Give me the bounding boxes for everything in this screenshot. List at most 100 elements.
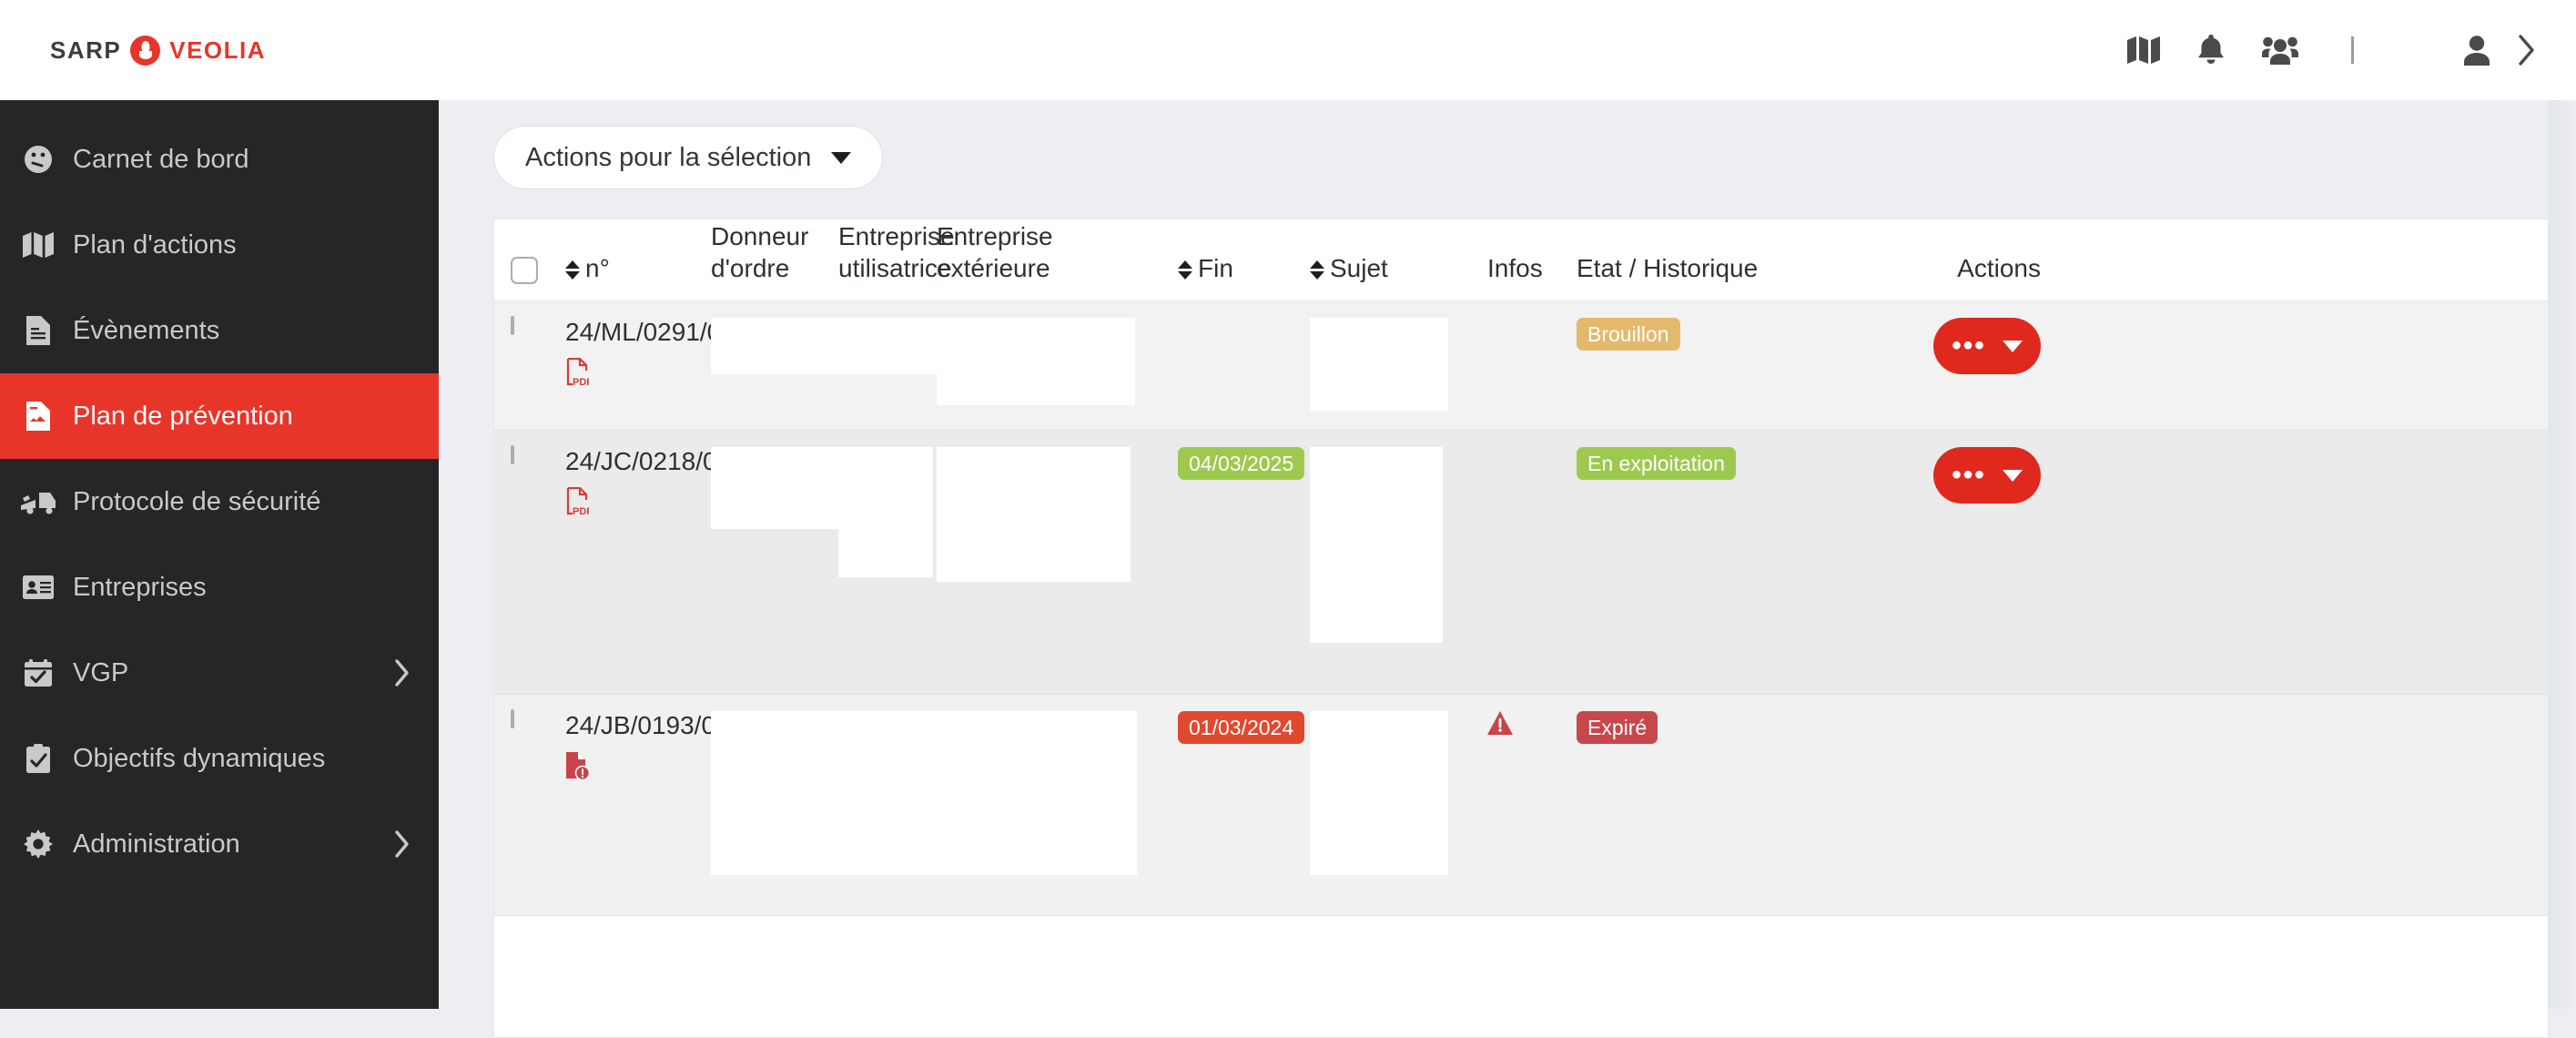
sidebar-item-objectifs-dynamiques[interactable]: Objectifs dynamiques [0,716,439,801]
pdf-file-icon[interactable]: PDF [565,486,711,521]
row-checkbox[interactable] [511,709,514,728]
chevron-right-icon[interactable] [393,658,411,687]
file-alert-icon [13,402,64,431]
prevention-plans-table: n° Donneur d'ordre Entreprise utilisatri… [493,219,2549,1038]
select-all-checkbox[interactable] [511,257,538,284]
redacted-value [1310,447,1443,643]
redacted-value [937,318,1135,405]
selection-actions-button[interactable]: Actions pour la sélection [493,126,884,189]
column-header-label: Actions [1957,254,2041,282]
sort-icon[interactable] [1178,260,1192,280]
sidebar-item-vgp[interactable]: VGP [0,630,439,716]
dashboard-icon [13,145,64,174]
selection-actions-label: Actions pour la sélection [525,142,812,172]
redacted-value [838,711,937,875]
cell-actions: ••• [1904,431,2041,694]
table-row[interactable]: 24/ML/0291/01 PDF Brouillon [494,301,2548,431]
column-header-entreprise-exterieure: Entreprise extérieure [937,220,1178,284]
column-header-label: n° [585,254,610,282]
cell-etat-historique: En exploitation [1577,431,1904,694]
ellipsis-icon: ••• [1952,460,1986,490]
redacted-value [711,318,847,374]
chevron-down-icon [831,151,852,164]
sidebar-item-label: Plan d'actions [73,229,237,260]
cell-donneur-dordre [711,301,847,430]
sidebar-item-plan-de-prevention[interactable]: Plan de prévention [0,373,439,459]
column-header-num[interactable]: n° [565,252,711,284]
sort-icon[interactable] [565,260,580,280]
map-icon[interactable] [2127,36,2160,64]
redacted-value [711,711,847,875]
cell-fin: 01/03/2024 [1178,695,1310,915]
vertical-scrollbar[interactable] [2549,100,2576,1009]
column-header-label: Infos [1487,254,1543,282]
top-bar-actions [2127,34,2538,66]
select-all-column [494,257,565,284]
date-badge: 01/03/2024 [1178,711,1305,745]
cell-entreprise-exterieure [937,695,1178,915]
brand-name-sarp: SARP [50,36,122,64]
column-header-label-line2: d'ordre [711,254,790,282]
row-checkbox[interactable] [511,316,514,335]
sidebar-item-protocole-de-securite[interactable]: Protocole de sécurité [0,459,439,544]
cell-num: 24/JC/0218/01 PDF [565,431,731,694]
column-header-sujet[interactable]: Sujet [1310,252,1487,284]
sidebar-item-entreprises[interactable]: Entreprises [0,544,439,630]
cell-etat-historique: Brouillon [1577,301,1904,430]
sidebar-item-carnet-de-bord[interactable]: Carnet de bord [0,117,439,202]
cell-donneur-dordre [711,431,868,694]
chevron-down-icon [2002,340,2023,352]
redacted-value [838,447,933,577]
main-content: Actions pour la sélection n° Donneur d'o… [439,100,2576,1038]
sidebar-item-plan-dactions[interactable]: Plan d'actions [0,202,439,288]
column-header-label: Etat / Historique [1577,254,1759,282]
row-checkbox[interactable] [511,445,514,464]
cell-fin: 04/03/2025 [1178,431,1310,694]
sort-icon[interactable] [1310,260,1324,280]
row-actions-button[interactable]: ••• [1933,318,2041,374]
warning-triangle-icon[interactable] [1487,711,1513,738]
svg-text:PDF: PDF [573,377,589,387]
status-badge: Brouillon [1577,318,1680,351]
sidebar-item-label: Objectifs dynamiques [73,743,326,773]
sidebar-item-label: Carnet de bord [73,144,249,174]
sidebar-item-label: VGP [73,657,129,687]
cell-infos [1487,431,1577,694]
bell-icon[interactable] [2196,35,2226,66]
pdf-file-icon[interactable]: PDF [565,357,711,392]
chevron-right-icon[interactable] [393,829,411,859]
expand-chevron-icon[interactable] [2516,34,2538,66]
id-card-icon [13,575,64,599]
sidebar-item-evenements[interactable]: Évènements [0,288,439,373]
sidebar-item-label: Protocole de sécurité [73,486,321,516]
brand-logo[interactable]: SARP VEOLIA [50,35,266,66]
column-header-label: Fin [1198,254,1233,282]
veolia-drop-icon [130,35,161,66]
cell-donneur-dordre [711,695,847,915]
column-header-entreprise-utilisatrice: Entreprise utilisatrice [838,220,955,284]
cell-sujet [1310,431,1487,694]
users-icon[interactable] [2262,36,2298,65]
sidebar: Carnet de bord Plan d'actions Évènements… [0,100,439,1009]
sidebar-item-label: Entreprises [73,572,207,602]
cell-actions: ••• [1904,301,2041,430]
column-header-label-line1: Entreprise [937,222,1053,250]
file-alert-icon[interactable] [565,751,711,785]
sidebar-item-label: Évènements [73,315,220,345]
row-actions-button[interactable]: ••• [1933,447,2041,504]
divider [2351,36,2354,64]
cell-etat-historique: Expiré [1577,695,1904,915]
cell-sujet [1310,695,1487,915]
gear-icon [13,829,64,859]
row-number: 24/JB/0193/01 [565,711,730,739]
sidebar-item-administration[interactable]: Administration [0,801,439,887]
account-icon[interactable] [2461,35,2492,66]
table-row[interactable]: 24/JB/0193/01 01/03/2024 Expiré [494,695,2548,916]
column-header-fin[interactable]: Fin [1178,252,1310,284]
table-row[interactable]: 24/JC/0218/01 PDF 04/03/2025 [494,431,2548,695]
chevron-down-icon [2002,469,2023,482]
status-badge: En exploitation [1577,447,1736,481]
cell-infos [1487,695,1577,915]
table-header-row: n° Donneur d'ordre Entreprise utilisatri… [494,219,2548,301]
cell-fin [1178,301,1310,430]
